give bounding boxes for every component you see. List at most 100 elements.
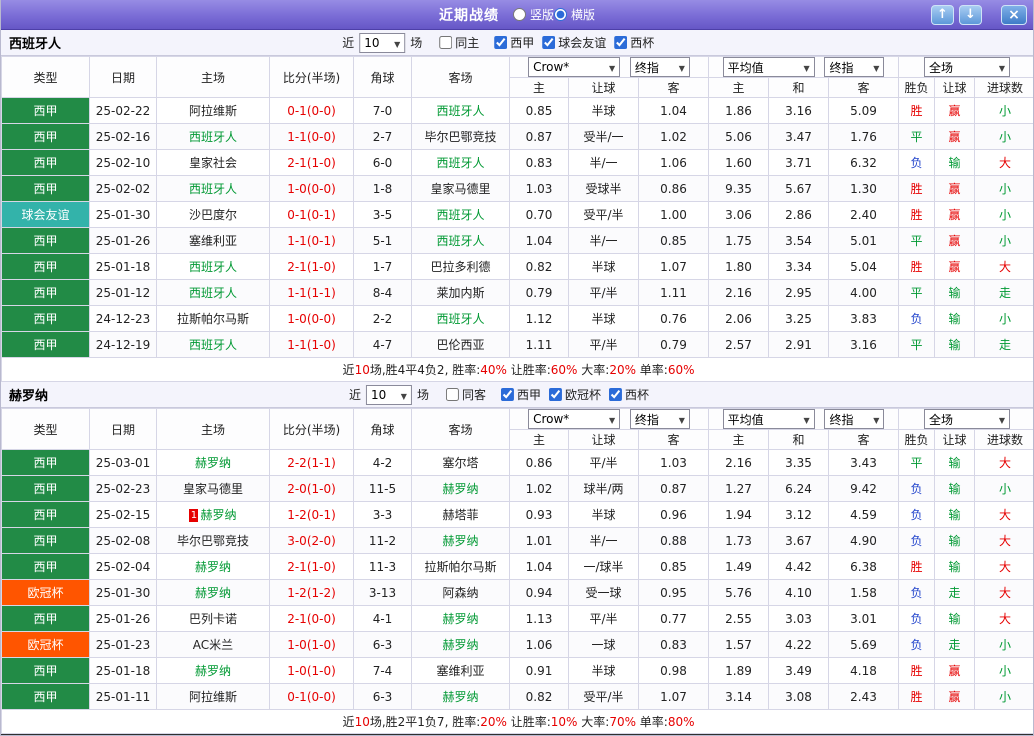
checkbox-input[interactable]: [494, 36, 508, 49]
same-venue-checkbox[interactable]: 同主: [439, 34, 479, 51]
result-handicap: 输: [934, 527, 976, 554]
euro-home-odds: 2.55: [708, 605, 770, 632]
team-label: 赫罗纳: [442, 534, 479, 548]
fulltime-select[interactable]: 全场: [924, 409, 1011, 429]
summary-segment: 场,胜4平4负2, 胜率:: [369, 363, 481, 377]
result-goals: 大: [974, 449, 1033, 476]
corner-score: 4-2: [353, 449, 412, 476]
checkbox-label: 同客: [461, 388, 486, 402]
match-type: 球会友谊: [1, 201, 90, 228]
team-label: AC米兰: [192, 638, 234, 652]
match-type: 西甲: [1, 449, 90, 476]
asia-home-odds: 1.06: [509, 631, 569, 658]
recent-count-select[interactable]: 10: [359, 32, 406, 53]
checkbox-input[interactable]: [445, 388, 459, 401]
result-handicap: 赢: [934, 175, 976, 202]
asia-home-odds: 0.87: [509, 123, 569, 150]
corner-score: 4-1: [353, 605, 412, 632]
odds-provider-select[interactable]: Crow*: [528, 57, 621, 77]
move-down-button[interactable]: ↓: [959, 4, 982, 25]
checkbox-input[interactable]: [500, 388, 514, 401]
col-header-score: 比分(半场): [269, 56, 354, 98]
col-header-away: 客场: [411, 56, 510, 98]
asia-home-odds: 0.94: [509, 579, 569, 606]
col-header-corner: 角球: [353, 408, 412, 450]
league-checkbox-西杯[interactable]: 西杯: [609, 386, 649, 403]
euro-draw-odds: 3.25: [768, 305, 830, 332]
match-score: 3-0(2-0): [269, 527, 354, 554]
result-handicap: 输: [934, 553, 976, 580]
radio-input[interactable]: [554, 7, 567, 21]
close-button[interactable]: ×: [1001, 4, 1027, 25]
asia-final-select[interactable]: 终指: [629, 57, 690, 77]
layout-radio-horizontal[interactable]: 横版: [554, 6, 595, 23]
league-checkbox-西甲[interactable]: 西甲: [500, 386, 541, 403]
layout-radio-vertical[interactable]: 竖版: [512, 6, 554, 23]
match-date: 25-02-02: [89, 175, 157, 202]
euro-final-select[interactable]: 终指: [824, 409, 885, 429]
corner-score: 6-0: [353, 149, 412, 176]
checkbox-input[interactable]: [542, 36, 556, 49]
summary-segment: 60%: [667, 363, 695, 377]
asia-home-odds: 0.79: [509, 279, 569, 306]
checkbox-input[interactable]: [439, 36, 453, 49]
euro-draw-odds: 3.47: [768, 123, 830, 150]
league-checkbox-球会友谊[interactable]: 球会友谊: [542, 34, 606, 51]
match-type: 西甲: [1, 279, 90, 306]
corner-score: 1-8: [353, 175, 412, 202]
euro-draw-odds: 6.24: [768, 475, 830, 502]
match-date: 25-02-22: [89, 97, 157, 124]
euro-home-odds: 3.14: [708, 683, 770, 710]
euro-draw-odds: 2.86: [768, 201, 830, 228]
asia-final-select[interactable]: 终指: [629, 409, 690, 429]
euro-odds-header: 平均值 终指: [708, 56, 900, 78]
league-checkbox-西甲[interactable]: 西甲: [494, 34, 534, 51]
league-checkbox-西杯[interactable]: 西杯: [614, 34, 654, 51]
result-wdl: 负: [898, 475, 936, 502]
move-up-button[interactable]: ↑: [931, 4, 954, 25]
team-label: 西班牙人: [188, 130, 237, 144]
filter-bar: 近 10 场 同客 西甲 欧冠杯 西杯: [349, 382, 649, 407]
match-type: 西甲: [1, 683, 90, 710]
euro-home-odds: 3.06: [708, 201, 770, 228]
euro-away-odds: 4.90: [828, 527, 900, 554]
subcol-result-goals: 进球数: [974, 77, 1033, 98]
summary-segment: 20%: [609, 363, 636, 377]
team-label: 阿拉维斯: [188, 690, 237, 704]
result-wdl: 胜: [898, 175, 936, 202]
odds-provider-select[interactable]: Crow*: [528, 409, 621, 429]
checkbox-input[interactable]: [549, 388, 563, 401]
corner-score: 3-13: [353, 579, 412, 606]
asia-away-odds: 0.98: [637, 657, 710, 684]
match-type: 西甲: [1, 475, 90, 502]
summary-segment: 单率:: [635, 363, 668, 377]
fulltime-select[interactable]: 全场: [924, 57, 1011, 77]
euro-home-odds: 2.57: [708, 331, 770, 358]
match-type: 西甲: [1, 501, 90, 528]
chevron-down-icon: [397, 388, 407, 402]
recent-count-select[interactable]: 10: [365, 384, 412, 405]
result-goals: 小: [974, 175, 1033, 202]
same-venue-checkbox[interactable]: 同客: [445, 386, 486, 403]
euro-away-odds: 3.83: [828, 305, 900, 332]
euro-away-odds: 6.38: [828, 553, 900, 580]
radio-input[interactable]: [512, 7, 526, 21]
checkbox-input[interactable]: [609, 388, 623, 401]
asia-home-odds: 0.93: [509, 501, 569, 528]
league-checkbox-欧冠杯[interactable]: 欧冠杯: [549, 386, 601, 403]
asia-away-odds: 1.06: [637, 149, 710, 176]
team-label: 西班牙人: [188, 260, 237, 274]
home-team: 赫罗纳: [156, 579, 270, 606]
checkbox-label: 西杯: [630, 36, 655, 50]
checkbox-input[interactable]: [614, 36, 628, 49]
euro-final-select[interactable]: 终指: [824, 57, 885, 77]
avg-odds-select[interactable]: 平均值: [722, 57, 815, 77]
away-team: 西班牙人: [411, 97, 510, 124]
euro-draw-odds: 3.49: [768, 657, 830, 684]
avg-odds-select[interactable]: 平均值: [722, 409, 815, 429]
league-filter-group: 西甲 欧冠杯 西杯: [500, 386, 649, 403]
result-goals: 大: [974, 579, 1033, 606]
col-header-type: 类型: [1, 408, 90, 450]
summary-segment: 10%: [550, 715, 578, 729]
euro-draw-odds: 3.08: [768, 683, 830, 710]
